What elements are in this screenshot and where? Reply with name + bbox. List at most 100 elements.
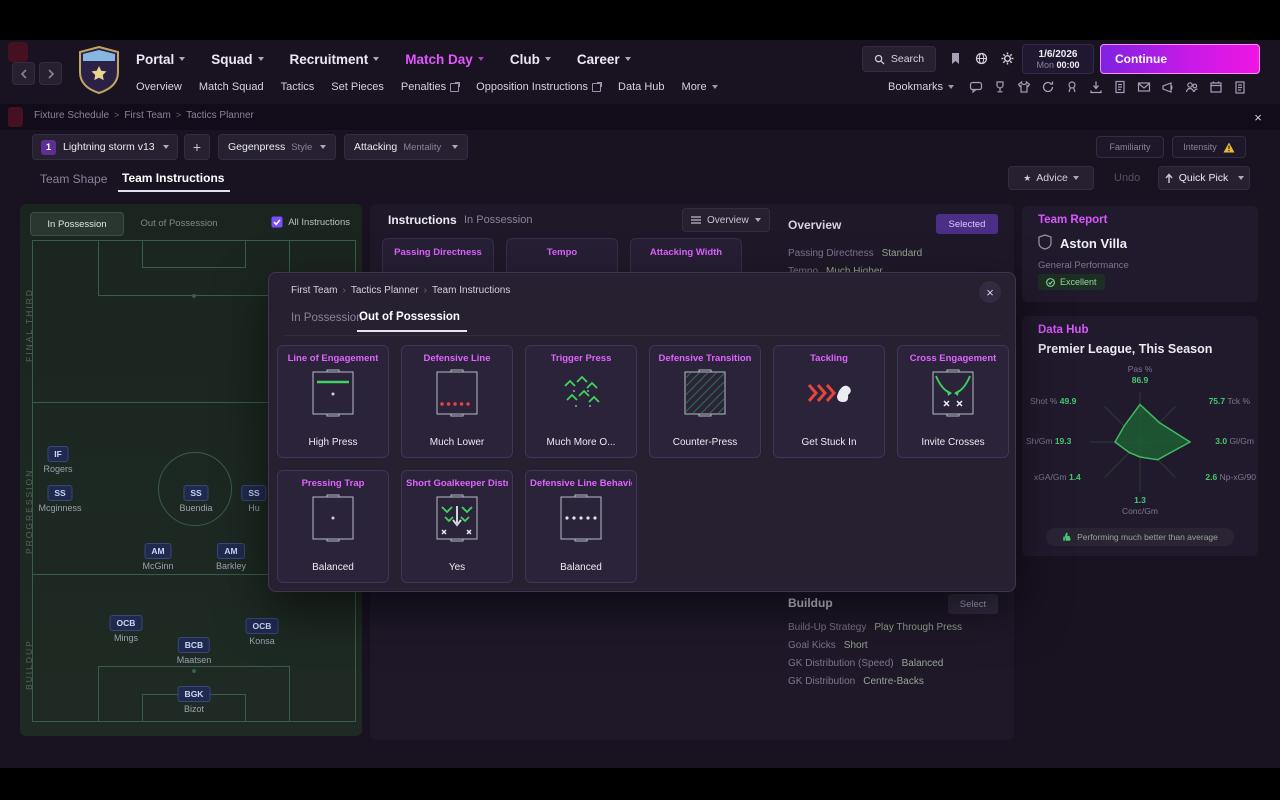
chevron-down-icon: [320, 145, 326, 149]
player-barkley[interactable]: AM Barkley: [216, 543, 246, 571]
settings-button[interactable]: [996, 47, 1018, 69]
chevron-left-icon: [20, 68, 27, 79]
breadcrumb-tactics-planner[interactable]: Tactics Planner: [186, 110, 254, 121]
line-low-icon: [436, 369, 478, 417]
instructions-title: Instructions: [388, 213, 457, 227]
modal-breadcrumb: First Team Tactics Planner Team Instruct…: [291, 285, 510, 296]
team-report-card[interactable]: Team Report Aston Villa General Performa…: [1022, 206, 1258, 302]
card-tackling[interactable]: Tackling Get Stuck In: [773, 345, 885, 458]
shirt-icon[interactable]: [1014, 77, 1034, 97]
modal-close-button[interactable]: [979, 281, 1001, 303]
subnav-data-hub[interactable]: Data Hub: [618, 81, 664, 93]
forward-button[interactable]: [39, 62, 62, 85]
bookmarks-dropdown[interactable]: Bookmarks: [888, 80, 955, 94]
tactic-selector[interactable]: 1 Lightning storm v13: [32, 134, 178, 160]
menu-squad[interactable]: Squad: [211, 52, 264, 67]
menu-club[interactable]: Club: [510, 52, 551, 67]
modal-crumb-first-team[interactable]: First Team: [291, 285, 338, 296]
subnav-set-pieces[interactable]: Set Pieces: [331, 81, 384, 93]
menu-recruitment[interactable]: Recruitment: [290, 52, 380, 67]
continue-button[interactable]: Continue: [1100, 44, 1260, 74]
mentality-selector[interactable]: Attacking Mentality: [344, 134, 468, 160]
selected-button[interactable]: Selected: [936, 214, 998, 234]
add-tactic-button[interactable]: [184, 134, 210, 160]
pitch-tab-out-of-possession[interactable]: Out of Possession: [126, 212, 232, 234]
tab-team-shape[interactable]: Team Shape: [40, 172, 107, 186]
megaphone-icon[interactable]: [1158, 77, 1178, 97]
card-defensive-line-behaviour[interactable]: Defensive Line Behavio Balanced: [525, 470, 637, 583]
pitch-tab-in-possession[interactable]: In Possession: [30, 212, 124, 236]
intensity-indicator[interactable]: Intensity: [1172, 136, 1246, 158]
sub-nav: Overview Match Squad Tactics Set Pieces …: [136, 80, 718, 94]
instructions-subtitle: In Possession: [464, 214, 533, 226]
document-icon[interactable]: [1110, 77, 1130, 97]
download-icon[interactable]: [1086, 77, 1106, 97]
player-konsa[interactable]: OCB Konsa: [245, 618, 279, 646]
modal-crumb-tactics-planner[interactable]: Tactics Planner: [351, 285, 419, 296]
users-icon[interactable]: [1182, 77, 1202, 97]
subnav-opposition-instructions[interactable]: Opposition Instructions: [476, 81, 603, 93]
quick-pick-button[interactable]: Quick Pick: [1158, 166, 1250, 190]
view-mode-dropdown[interactable]: Overview: [682, 208, 770, 232]
medal-icon[interactable]: [1062, 77, 1082, 97]
card-short-goalkeeper-distribution[interactable]: Short Goalkeeper Distr Yes: [401, 470, 513, 583]
subnav-more[interactable]: More: [682, 81, 718, 93]
line-high-icon: [312, 369, 354, 417]
calendar-icon[interactable]: [1206, 77, 1226, 97]
player-mings[interactable]: OCB Mings: [109, 615, 143, 643]
gear-icon: [1001, 52, 1013, 64]
menu-career[interactable]: Career: [577, 52, 631, 67]
hatched-pitch-icon: [684, 369, 726, 417]
clipboard-icon[interactable]: [1230, 77, 1250, 97]
card-cross-engagement[interactable]: Cross Engagement Invite Crosses: [897, 345, 1009, 458]
search-button[interactable]: Search: [862, 46, 936, 72]
tab-team-instructions[interactable]: Team Instructions: [122, 171, 224, 185]
data-hub-card[interactable]: Data Hub Premier League, This Season Pas…: [1022, 316, 1258, 556]
player-buendia[interactable]: SS Buendia: [179, 485, 213, 513]
modal-crumb-team-instructions[interactable]: Team Instructions: [432, 285, 510, 296]
plain-pitch-icon: [312, 494, 354, 542]
back-button[interactable]: [12, 62, 35, 85]
modal-tab-out-of-possession[interactable]: Out of Possession: [359, 311, 460, 323]
game-date[interactable]: 1/6/2026 Mon 00:00: [1022, 44, 1094, 74]
flag-button[interactable]: [944, 47, 966, 69]
performance-badge: Excellent: [1038, 274, 1105, 290]
card-trigger-press[interactable]: Trigger Press Much More O...: [525, 345, 637, 458]
trophy-icon[interactable]: [990, 77, 1010, 97]
subnav-penalties[interactable]: Penalties: [401, 81, 461, 93]
card-defensive-line[interactable]: Defensive Line Much Lower: [401, 345, 513, 458]
familiarity-indicator[interactable]: Familiarity: [1096, 136, 1164, 158]
messages-icon[interactable]: [966, 77, 986, 97]
all-instructions-toggle[interactable]: All Instructions: [271, 216, 350, 228]
close-view-button[interactable]: [1248, 107, 1268, 127]
undo-button[interactable]: Undo: [1114, 172, 1140, 184]
breadcrumb-fixture-schedule[interactable]: Fixture Schedule: [34, 110, 109, 121]
subnav-overview[interactable]: Overview: [136, 81, 182, 93]
menu-portal[interactable]: Portal: [136, 52, 186, 67]
menu-match-day[interactable]: Match Day: [405, 52, 484, 67]
card-defensive-transition[interactable]: Defensive Transition Counter-Press: [649, 345, 761, 458]
player-partially-hidden[interactable]: SS Hu: [241, 485, 267, 513]
subnav-tactics[interactable]: Tactics: [281, 81, 315, 93]
globe-button[interactable]: [970, 47, 992, 69]
refresh-icon[interactable]: [1038, 77, 1058, 97]
club-badge[interactable]: [78, 45, 120, 97]
player-maatsen[interactable]: BCB Maatsen: [177, 637, 211, 665]
advice-button[interactable]: Advice: [1008, 166, 1094, 190]
card-pressing-trap[interactable]: Pressing Trap Balanced: [277, 470, 389, 583]
buildup-select-button[interactable]: Select: [948, 594, 998, 614]
chevron-down-icon: [755, 218, 761, 222]
player-rogers[interactable]: IF Rogers: [43, 446, 73, 474]
player-bizot[interactable]: BGK Bizot: [177, 686, 211, 714]
breadcrumb-first-team[interactable]: First Team: [124, 110, 171, 121]
external-link-icon: [592, 81, 603, 92]
player-mcginness[interactable]: SS Mcginness: [38, 485, 82, 513]
style-selector[interactable]: Gegenpress Style: [218, 134, 336, 160]
radar-pas-label: Pas %: [1127, 364, 1153, 374]
player-mcginn[interactable]: AM McGinn: [142, 543, 174, 571]
mail-icon[interactable]: [1134, 77, 1154, 97]
modal-tab-in-possession[interactable]: In Possession: [291, 312, 363, 324]
subnav-match-squad[interactable]: Match Squad: [199, 81, 264, 93]
card-line-of-engagement[interactable]: Line of Engagement High Press: [277, 345, 389, 458]
external-link-icon: [450, 81, 461, 92]
